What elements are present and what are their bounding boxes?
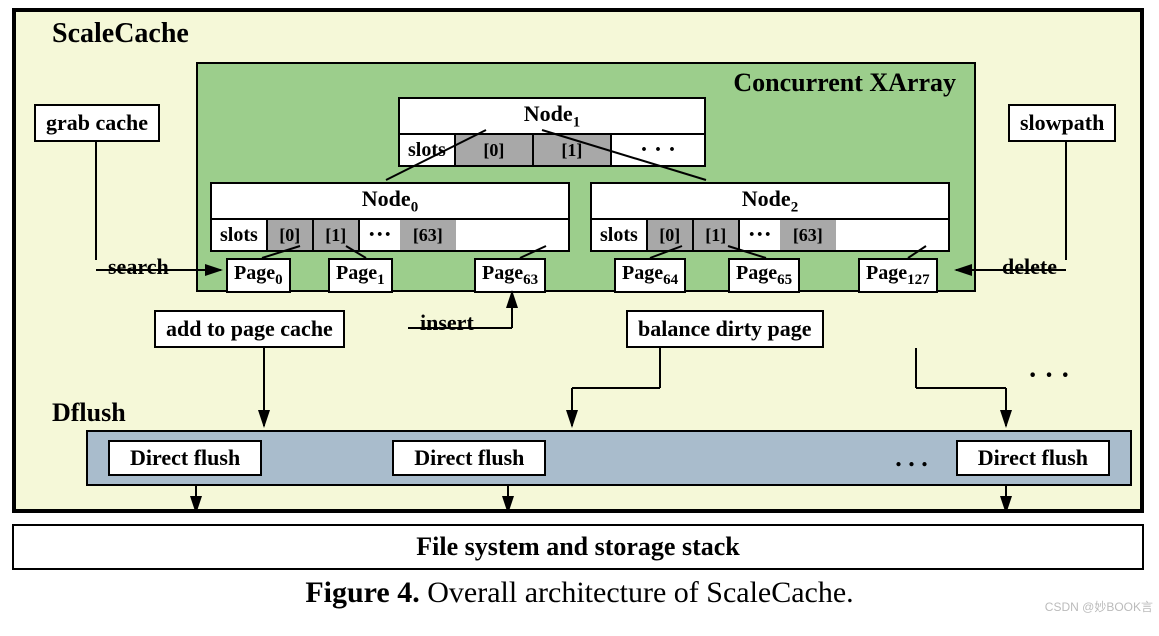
insert-label: insert bbox=[420, 310, 474, 336]
direct-flush-dots: . . . bbox=[887, 443, 936, 473]
node0-slot-63: [63] bbox=[400, 220, 456, 250]
concurrent-xarray-box: Concurrent XArray Node1 slots [0] [1] · … bbox=[196, 62, 976, 292]
node0-box: Node0 slots [0] [1] ··· [63] bbox=[210, 182, 570, 252]
grab-cache-box: grab cache bbox=[34, 104, 160, 142]
direct-flush-n: Direct flush bbox=[956, 440, 1110, 476]
direct-flush-1: Direct flush bbox=[108, 440, 262, 476]
node1-slot-1: [1] bbox=[534, 135, 612, 165]
node0-slot-0: [0] bbox=[268, 220, 314, 250]
node2-slot-dots: ··· bbox=[740, 220, 780, 250]
big-dots-label: · · · bbox=[1028, 360, 1070, 392]
scalecache-container: ScaleCache Concurrent XArray Node1 slots… bbox=[12, 8, 1144, 513]
slowpath-box: slowpath bbox=[1008, 104, 1116, 142]
node1-slot-dots: · · · bbox=[612, 135, 704, 165]
dflush-title: Dflush bbox=[52, 398, 126, 428]
watermark: CSDN @妙BOOK言 bbox=[1045, 598, 1153, 615]
node2-slot-0: [0] bbox=[648, 220, 694, 250]
node0-slots-label: slots bbox=[212, 220, 268, 250]
figure-caption: Figure 4. Overall architecture of ScaleC… bbox=[0, 576, 1159, 610]
page127-box: Page127 bbox=[858, 258, 938, 293]
dflush-band: Direct flush Direct flush . . . Direct f… bbox=[86, 430, 1132, 486]
page63-box: Page63 bbox=[474, 258, 546, 293]
add-to-page-cache-box: add to page cache bbox=[154, 310, 345, 348]
node1-slots-label: slots bbox=[400, 135, 456, 165]
page64-box: Page64 bbox=[614, 258, 686, 293]
node2-slot-1: [1] bbox=[694, 220, 740, 250]
node0-slot-dots: ··· bbox=[360, 220, 400, 250]
filesystem-box: File system and storage stack bbox=[12, 524, 1144, 570]
node0-slot-1: [1] bbox=[314, 220, 360, 250]
balance-dirty-page-box: balance dirty page bbox=[626, 310, 824, 348]
scalecache-title: ScaleCache bbox=[52, 18, 189, 50]
node0-title: Node0 bbox=[212, 184, 568, 218]
node1-slot-0: [0] bbox=[456, 135, 534, 165]
node2-slot-63: [63] bbox=[780, 220, 836, 250]
search-label: search bbox=[108, 254, 169, 280]
node2-title: Node2 bbox=[592, 184, 948, 218]
page0-box: Page0 bbox=[226, 258, 291, 293]
node2-box: Node2 slots [0] [1] ··· [63] bbox=[590, 182, 950, 252]
page65-box: Page65 bbox=[728, 258, 800, 293]
direct-flush-2: Direct flush bbox=[392, 440, 546, 476]
concurrent-xarray-title: Concurrent XArray bbox=[733, 68, 956, 98]
node2-slots-label: slots bbox=[592, 220, 648, 250]
page1-box: Page1 bbox=[328, 258, 393, 293]
node1-title: Node1 bbox=[400, 99, 704, 133]
delete-label: delete bbox=[1002, 254, 1057, 280]
node1-box: Node1 slots [0] [1] · · · bbox=[398, 97, 706, 167]
